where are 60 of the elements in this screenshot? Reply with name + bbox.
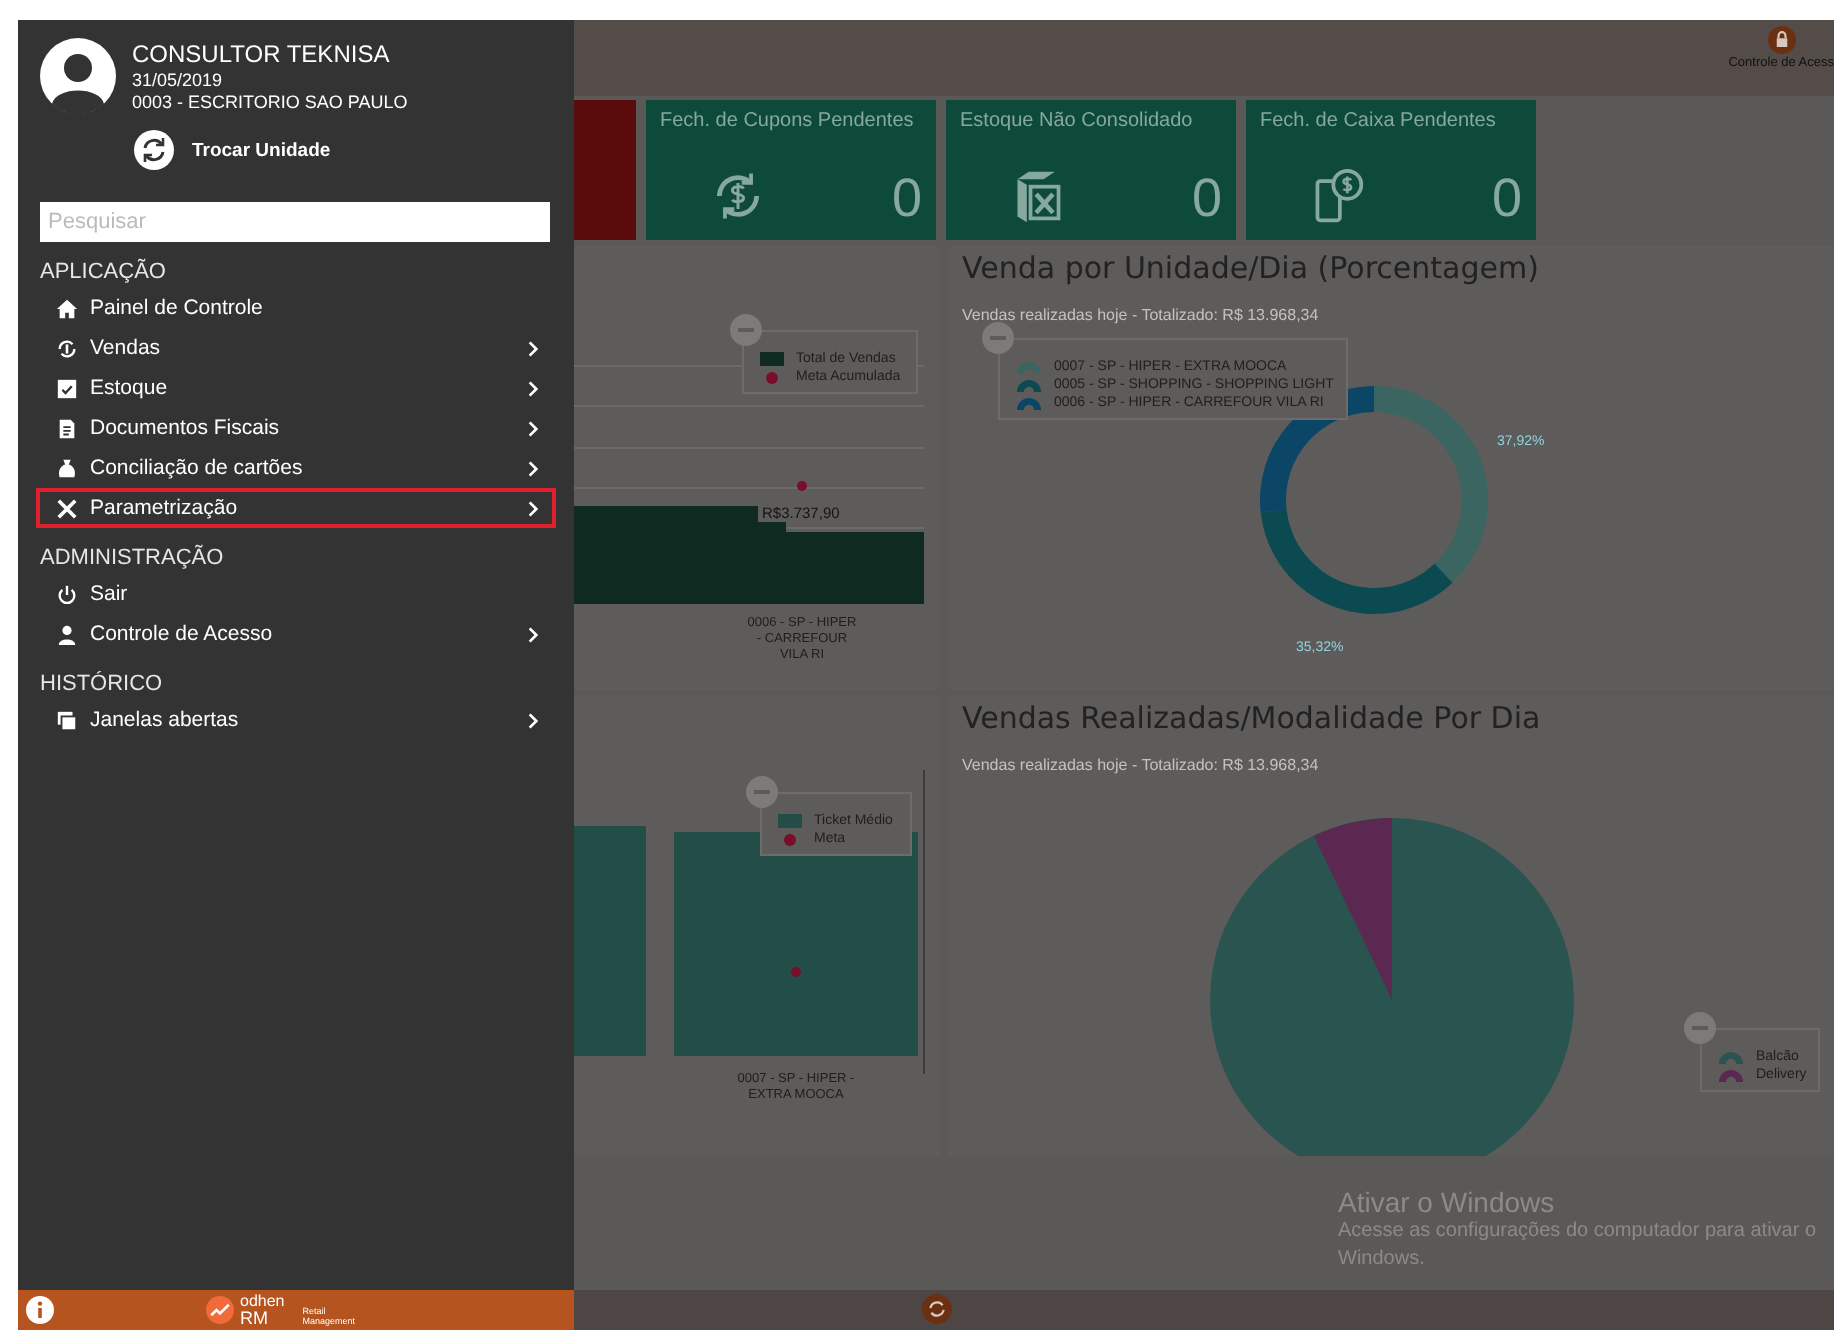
section-heading: ADMINISTRAÇÃO — [40, 546, 226, 572]
menu-item[interactable]: Estoque — [36, 368, 556, 408]
home-icon — [56, 297, 78, 319]
menu-item[interactable]: Parametrização — [36, 488, 556, 528]
card-title: Fech. de Caixa Pendentes — [1260, 112, 1498, 132]
chevron-icon — [528, 419, 538, 437]
menu-item[interactable]: Sair — [36, 574, 556, 614]
menu-item[interactable]: Janelas abertas — [36, 700, 556, 740]
collapse-legend-button[interactable] — [730, 314, 762, 346]
card-title: Fech. de Cupons Pendentes — [660, 112, 916, 132]
info-icon[interactable] — [26, 1296, 54, 1324]
chart-title: Venda por Unidade/Dia (Porcentagem) — [960, 248, 1541, 286]
chart-subtitle: Vendas realizadas hoje - Totalizado: R$ 13.968,34 — [962, 756, 1321, 774]
chart-subtitle: Vendas realizadas hoje - Totalizado: R$ 13.968,34 — [962, 306, 1321, 324]
collapse-legend-button[interactable] — [746, 776, 778, 808]
avatar-icon — [40, 38, 116, 114]
status-card[interactable]: Fech. de Cupons Pendentes 0 — [646, 100, 936, 240]
menu-item[interactable]: Documentos Fiscais — [36, 408, 556, 448]
chevron-icon — [528, 339, 538, 357]
chart-title: Vendas Realizadas/Modalidade Por Dia — [960, 698, 1543, 736]
power-icon — [56, 583, 78, 605]
card-value: 0 — [1491, 168, 1522, 228]
menu-item[interactable]: Painel de Controle — [36, 288, 556, 328]
menu-item[interactable]: Conciliação de cartões — [36, 448, 556, 488]
user-icon — [56, 623, 78, 645]
switch-unit-button[interactable]: Trocar Unidade — [134, 130, 331, 170]
currency-cycle-icon — [56, 337, 78, 359]
phone-money-icon — [1310, 168, 1366, 224]
section-heading: HISTÓRICO — [40, 672, 165, 698]
menu-item[interactable]: Controle de Acesso — [36, 614, 556, 654]
brand-subname: RM — [240, 1310, 270, 1326]
card-value: 0 — [1191, 168, 1222, 228]
chevron-icon — [528, 625, 538, 643]
refresh-icon — [134, 130, 174, 170]
brand-name: odhen — [240, 1294, 285, 1310]
checked-box-icon — [56, 377, 78, 399]
status-card[interactable] — [574, 100, 636, 240]
refresh-icon[interactable] — [922, 1294, 952, 1324]
user-unit: 0003 - ESCRITORIO SAO PAULO — [132, 92, 408, 114]
chevron-icon — [528, 499, 538, 517]
chevron-icon — [528, 379, 538, 397]
tools-icon — [56, 497, 78, 519]
user-date: 31/05/2019 — [132, 70, 223, 92]
search-field[interactable]: Pesquisar — [40, 202, 550, 242]
windows-icon — [56, 709, 78, 731]
lock-icon — [1767, 26, 1796, 54]
card-title: Estoque Não Consolidado — [960, 112, 1195, 132]
chevron-icon — [528, 711, 538, 729]
status-card[interactable]: Fech. de Caixa Pendentes 0 — [1246, 100, 1536, 240]
section-heading: APLICAÇÃO — [40, 260, 168, 286]
chevron-icon — [528, 459, 538, 477]
status-card[interactable]: Estoque Não Consolidado 0 — [946, 100, 1236, 240]
money-bag-icon — [56, 457, 78, 479]
logo-icon — [206, 1296, 234, 1324]
user-name: CONSULTOR TEKNISA — [132, 38, 390, 70]
menu-item[interactable]: Vendas — [36, 328, 556, 368]
collapse-legend-button[interactable] — [1684, 1012, 1716, 1044]
document-icon — [56, 417, 78, 439]
card-value: 0 — [891, 168, 922, 228]
collapse-legend-button[interactable] — [982, 322, 1014, 354]
